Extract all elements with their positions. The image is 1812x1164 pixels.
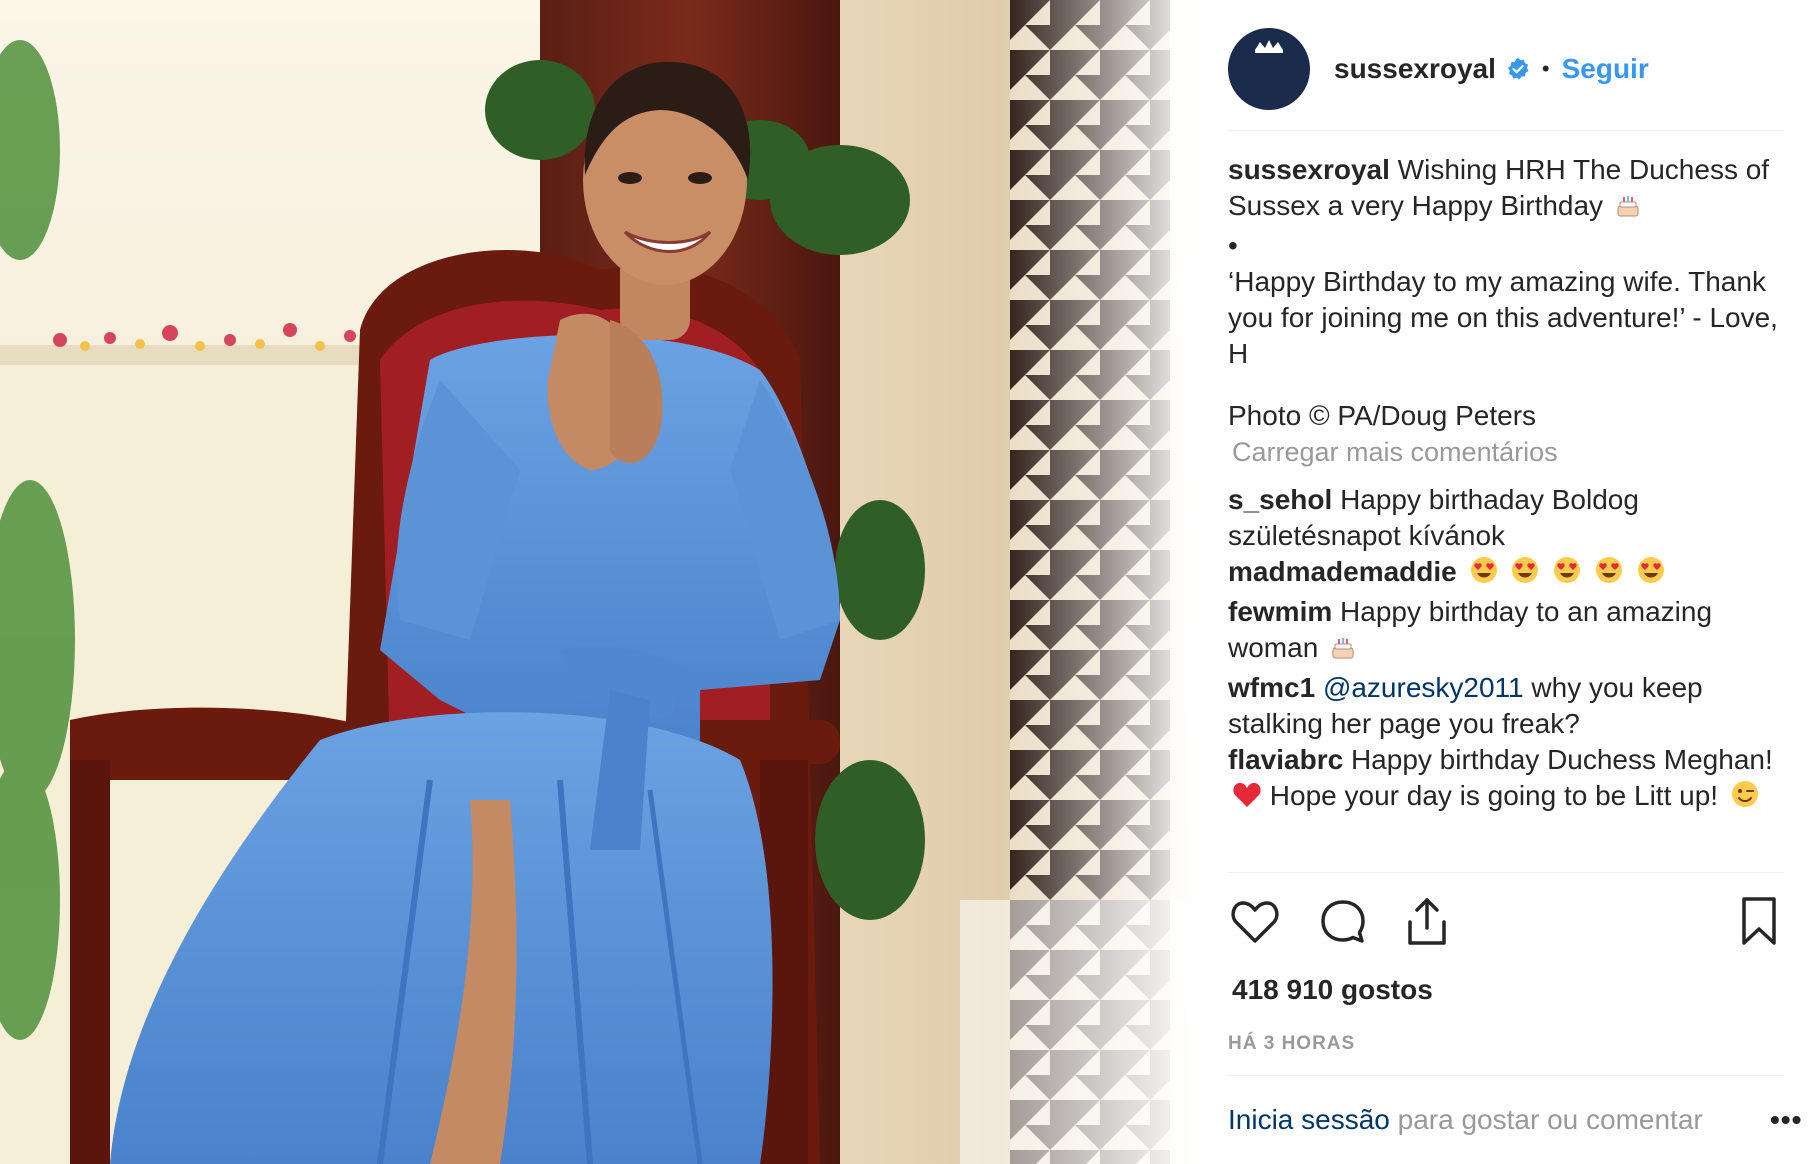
comment-username[interactable]: wfmc1 — [1228, 672, 1315, 703]
follow-button[interactable]: Seguir — [1562, 53, 1649, 85]
comments-spacer — [1228, 470, 1784, 482]
login-prompt: Inicia sessão para gostar ou comentar — [1228, 1104, 1784, 1136]
like-button[interactable] — [1228, 895, 1282, 949]
header-divider — [1228, 130, 1784, 131]
post-photo[interactable] — [0, 0, 1200, 1164]
birthday-cake-emoji — [1330, 634, 1356, 670]
royal-monogram-icon — [1229, 29, 1309, 109]
comments-divider — [1228, 872, 1784, 873]
comment-mention-link[interactable]: @azuresky2011 — [1323, 672, 1524, 703]
post-timestamp: HÁ 3 HORAS — [1228, 1033, 1356, 1054]
likes-count[interactable]: 418 910 gostos — [1232, 974, 1433, 1006]
winking-face-emoji — [1730, 779, 1760, 818]
heart-eyes-emoji — [1510, 555, 1540, 594]
caption: sussexroyal Wishing HRH The Duchess of S… — [1228, 152, 1784, 228]
comment-icon — [1321, 900, 1365, 943]
comment-username[interactable]: flaviabrc — [1228, 744, 1343, 775]
comment-username[interactable]: fewmim — [1228, 596, 1332, 627]
share-icon — [1408, 898, 1446, 945]
instagram-post-view: sussexroyal • Seguir sussexroyal Wishing… — [0, 0, 1812, 1164]
comment-text: Happy birthday Duchess Meghan! — [1350, 744, 1773, 775]
action-bar — [1228, 895, 1784, 955]
comment-username[interactable]: s_sehol — [1228, 484, 1332, 515]
share-button[interactable] — [1400, 895, 1454, 949]
footer-divider — [1228, 1075, 1784, 1076]
comment-text: Hope your day is going to be Litt up! — [1269, 780, 1719, 811]
red-heart-emoji — [1232, 781, 1262, 818]
heart-eyes-emoji — [1594, 555, 1624, 594]
header-username[interactable]: sussexroyal — [1334, 53, 1496, 85]
comment-item: flaviabrc Happy birthday Duchess Meghan!… — [1228, 742, 1784, 818]
heart-eyes-emoji — [1469, 555, 1499, 594]
comment-item: s_sehol Happy birthaday Boldog születésn… — [1228, 482, 1784, 554]
caption-quote: ‘Happy Birthday to my amazing wife. Than… — [1228, 266, 1778, 369]
heart-eyes-emoji — [1552, 555, 1582, 594]
avatar[interactable] — [1228, 28, 1310, 110]
header-dot-separator: • — [1541, 56, 1550, 81]
comment-item: madmademaddie — [1228, 554, 1784, 594]
login-link[interactable]: Inicia sessão — [1228, 1104, 1390, 1135]
verified-badge-icon — [1506, 57, 1530, 81]
heart-icon — [1231, 901, 1279, 943]
caption-bullet: • — [1228, 230, 1238, 261]
comment-button[interactable] — [1316, 895, 1370, 949]
more-options-button[interactable]: ••• — [1770, 1104, 1802, 1136]
caption-credit: Photo © PA/Doug Peters — [1228, 400, 1537, 431]
load-more-comments-button[interactable]: Carregar mais comentários — [1232, 434, 1784, 470]
comment-item: wfmc1 @azuresky2011 why you keep stalkin… — [1228, 670, 1784, 742]
comments-section: sussexroyal Wishing HRH The Duchess of S… — [1228, 152, 1784, 818]
caption-spacer — [1228, 372, 1784, 398]
bookmark-icon — [1742, 897, 1776, 945]
photo-illustration — [0, 0, 1200, 1164]
login-prompt-text: para gostar ou comentar — [1397, 1104, 1703, 1135]
birthday-cake-emoji — [1615, 192, 1641, 228]
save-button[interactable] — [1732, 895, 1786, 949]
post-header: sussexroyal • Seguir — [1228, 14, 1790, 124]
caption-username[interactable]: sussexroyal — [1228, 154, 1390, 185]
comment-username[interactable]: madmademaddie — [1228, 556, 1457, 587]
post-side-panel: sussexroyal • Seguir sussexroyal Wishing… — [1200, 0, 1812, 1164]
heart-eyes-emoji — [1636, 555, 1666, 594]
comment-item: fewmim Happy birthday to an amazing woma… — [1228, 594, 1784, 670]
